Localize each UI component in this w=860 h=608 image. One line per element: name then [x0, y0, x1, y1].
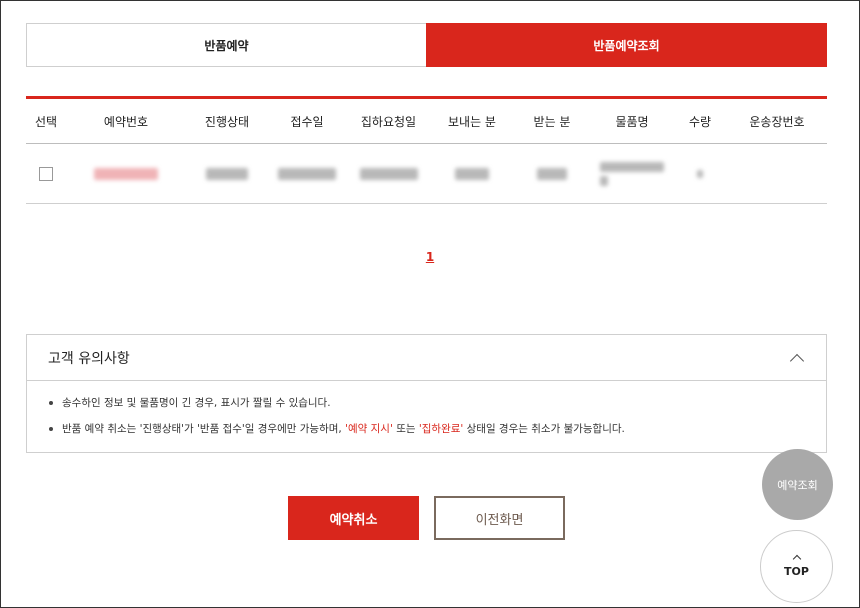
- header-quantity: 수량: [688, 114, 712, 129]
- table-row: [26, 144, 827, 204]
- header-tracking-number: 운송장번호: [749, 114, 805, 129]
- header-product-name: 물품명: [615, 114, 649, 129]
- header-received-date: 접수일: [290, 114, 324, 129]
- row-checkbox[interactable]: [39, 166, 53, 181]
- notice-title: 고객 유의사항: [48, 350, 130, 367]
- quantity-cell: [673, 169, 727, 178]
- header-pickup-date: 집하요청일: [360, 114, 417, 129]
- reservation-table: 선택 예약번호 진행상태 접수일 집하요청일 보내는 분 받는 분 물품명 수량…: [26, 96, 827, 204]
- customer-notice-panel: 고객 유의사항 송수하인 정보 및 물품명이 긴 경우, 표시가 짤릴 수 있습…: [26, 334, 827, 453]
- redacted-product-line-2: [600, 175, 608, 186]
- redacted-receiver: [537, 167, 567, 180]
- notice-item: 송수하인 정보 및 물품명이 긴 경우, 표시가 짤릴 수 있습니다.: [49, 395, 826, 410]
- pickup-date-cell: [346, 167, 431, 180]
- notice-text-2a: 반품 예약 취소는 '진행상태'가 '반품 접수'일 경우에만 가능하며,: [62, 423, 346, 435]
- tab-bar: 반품예약 반품예약조회: [26, 23, 827, 67]
- bullet-icon: [49, 400, 53, 405]
- notice-text-2: 반품 예약 취소는 '진행상태'가 '반품 접수'일 경우에만 가능하며, '예…: [62, 421, 625, 436]
- notice-highlight-pickup-complete: '집하완료': [418, 423, 464, 435]
- cancel-reservation-button[interactable]: 예약취소: [288, 496, 419, 540]
- caret-up-icon: [792, 554, 801, 563]
- status-cell: [186, 167, 268, 180]
- chevron-up-icon[interactable]: [789, 353, 805, 368]
- notice-body: 송수하인 정보 및 물품명이 긴 경우, 표시가 짤릴 수 있습니다. 반품 예…: [27, 381, 826, 436]
- scroll-top-button[interactable]: TOP: [760, 530, 833, 603]
- tab-return-reservation[interactable]: 반품예약: [26, 23, 426, 67]
- table-header-row: 선택 예약번호 진행상태 접수일 집하요청일 보내는 분 받는 분 물품명 수량…: [26, 99, 827, 144]
- previous-screen-button[interactable]: 이전화면: [434, 496, 565, 540]
- redacted-quantity: [697, 169, 703, 178]
- redacted-reservation-number: [94, 167, 158, 180]
- notice-header[interactable]: 고객 유의사항: [27, 335, 826, 381]
- notice-text-1: 송수하인 정보 및 물품명이 긴 경우, 표시가 짤릴 수 있습니다.: [62, 397, 331, 409]
- bullet-icon: [49, 426, 53, 431]
- product-name-cell: [591, 161, 673, 186]
- page-frame: [0, 0, 860, 608]
- header-reservation-number: 예약번호: [103, 114, 149, 129]
- redacted-received-date: [278, 167, 336, 180]
- receiver-cell: [513, 167, 591, 180]
- notice-item: 반품 예약 취소는 '진행상태'가 '반품 접수'일 경우에만 가능하며, '예…: [49, 421, 826, 436]
- redacted-status: [206, 167, 248, 180]
- notice-highlight-reservation-order: '예약 지시': [345, 423, 393, 435]
- redacted-pickup-date: [359, 167, 418, 180]
- tab-return-reservation-inquiry[interactable]: 반품예약조회: [426, 23, 827, 67]
- top-label: TOP: [784, 564, 809, 578]
- reservation-number-cell[interactable]: [66, 167, 186, 180]
- header-status: 진행상태: [204, 114, 250, 129]
- redacted-sender: [455, 167, 489, 180]
- received-date-cell: [268, 167, 346, 180]
- reservation-inquiry-float-button[interactable]: 예약조회: [762, 449, 833, 520]
- header-select: 선택: [34, 114, 58, 129]
- header-receiver: 받는 분: [533, 114, 571, 129]
- notice-text-2c: 상태일 경우는 취소가 불가능합니다.: [463, 423, 625, 435]
- notice-text-2b: 또는: [392, 423, 419, 435]
- row-select-cell: [26, 166, 66, 181]
- pagination: 1: [0, 246, 860, 265]
- reservation-inquiry-float-label: 예약조회: [777, 478, 818, 492]
- redacted-product-line-1: [600, 161, 664, 172]
- page-1-link[interactable]: 1: [426, 250, 434, 264]
- sender-cell: [431, 167, 513, 180]
- header-sender: 보내는 분: [448, 114, 496, 129]
